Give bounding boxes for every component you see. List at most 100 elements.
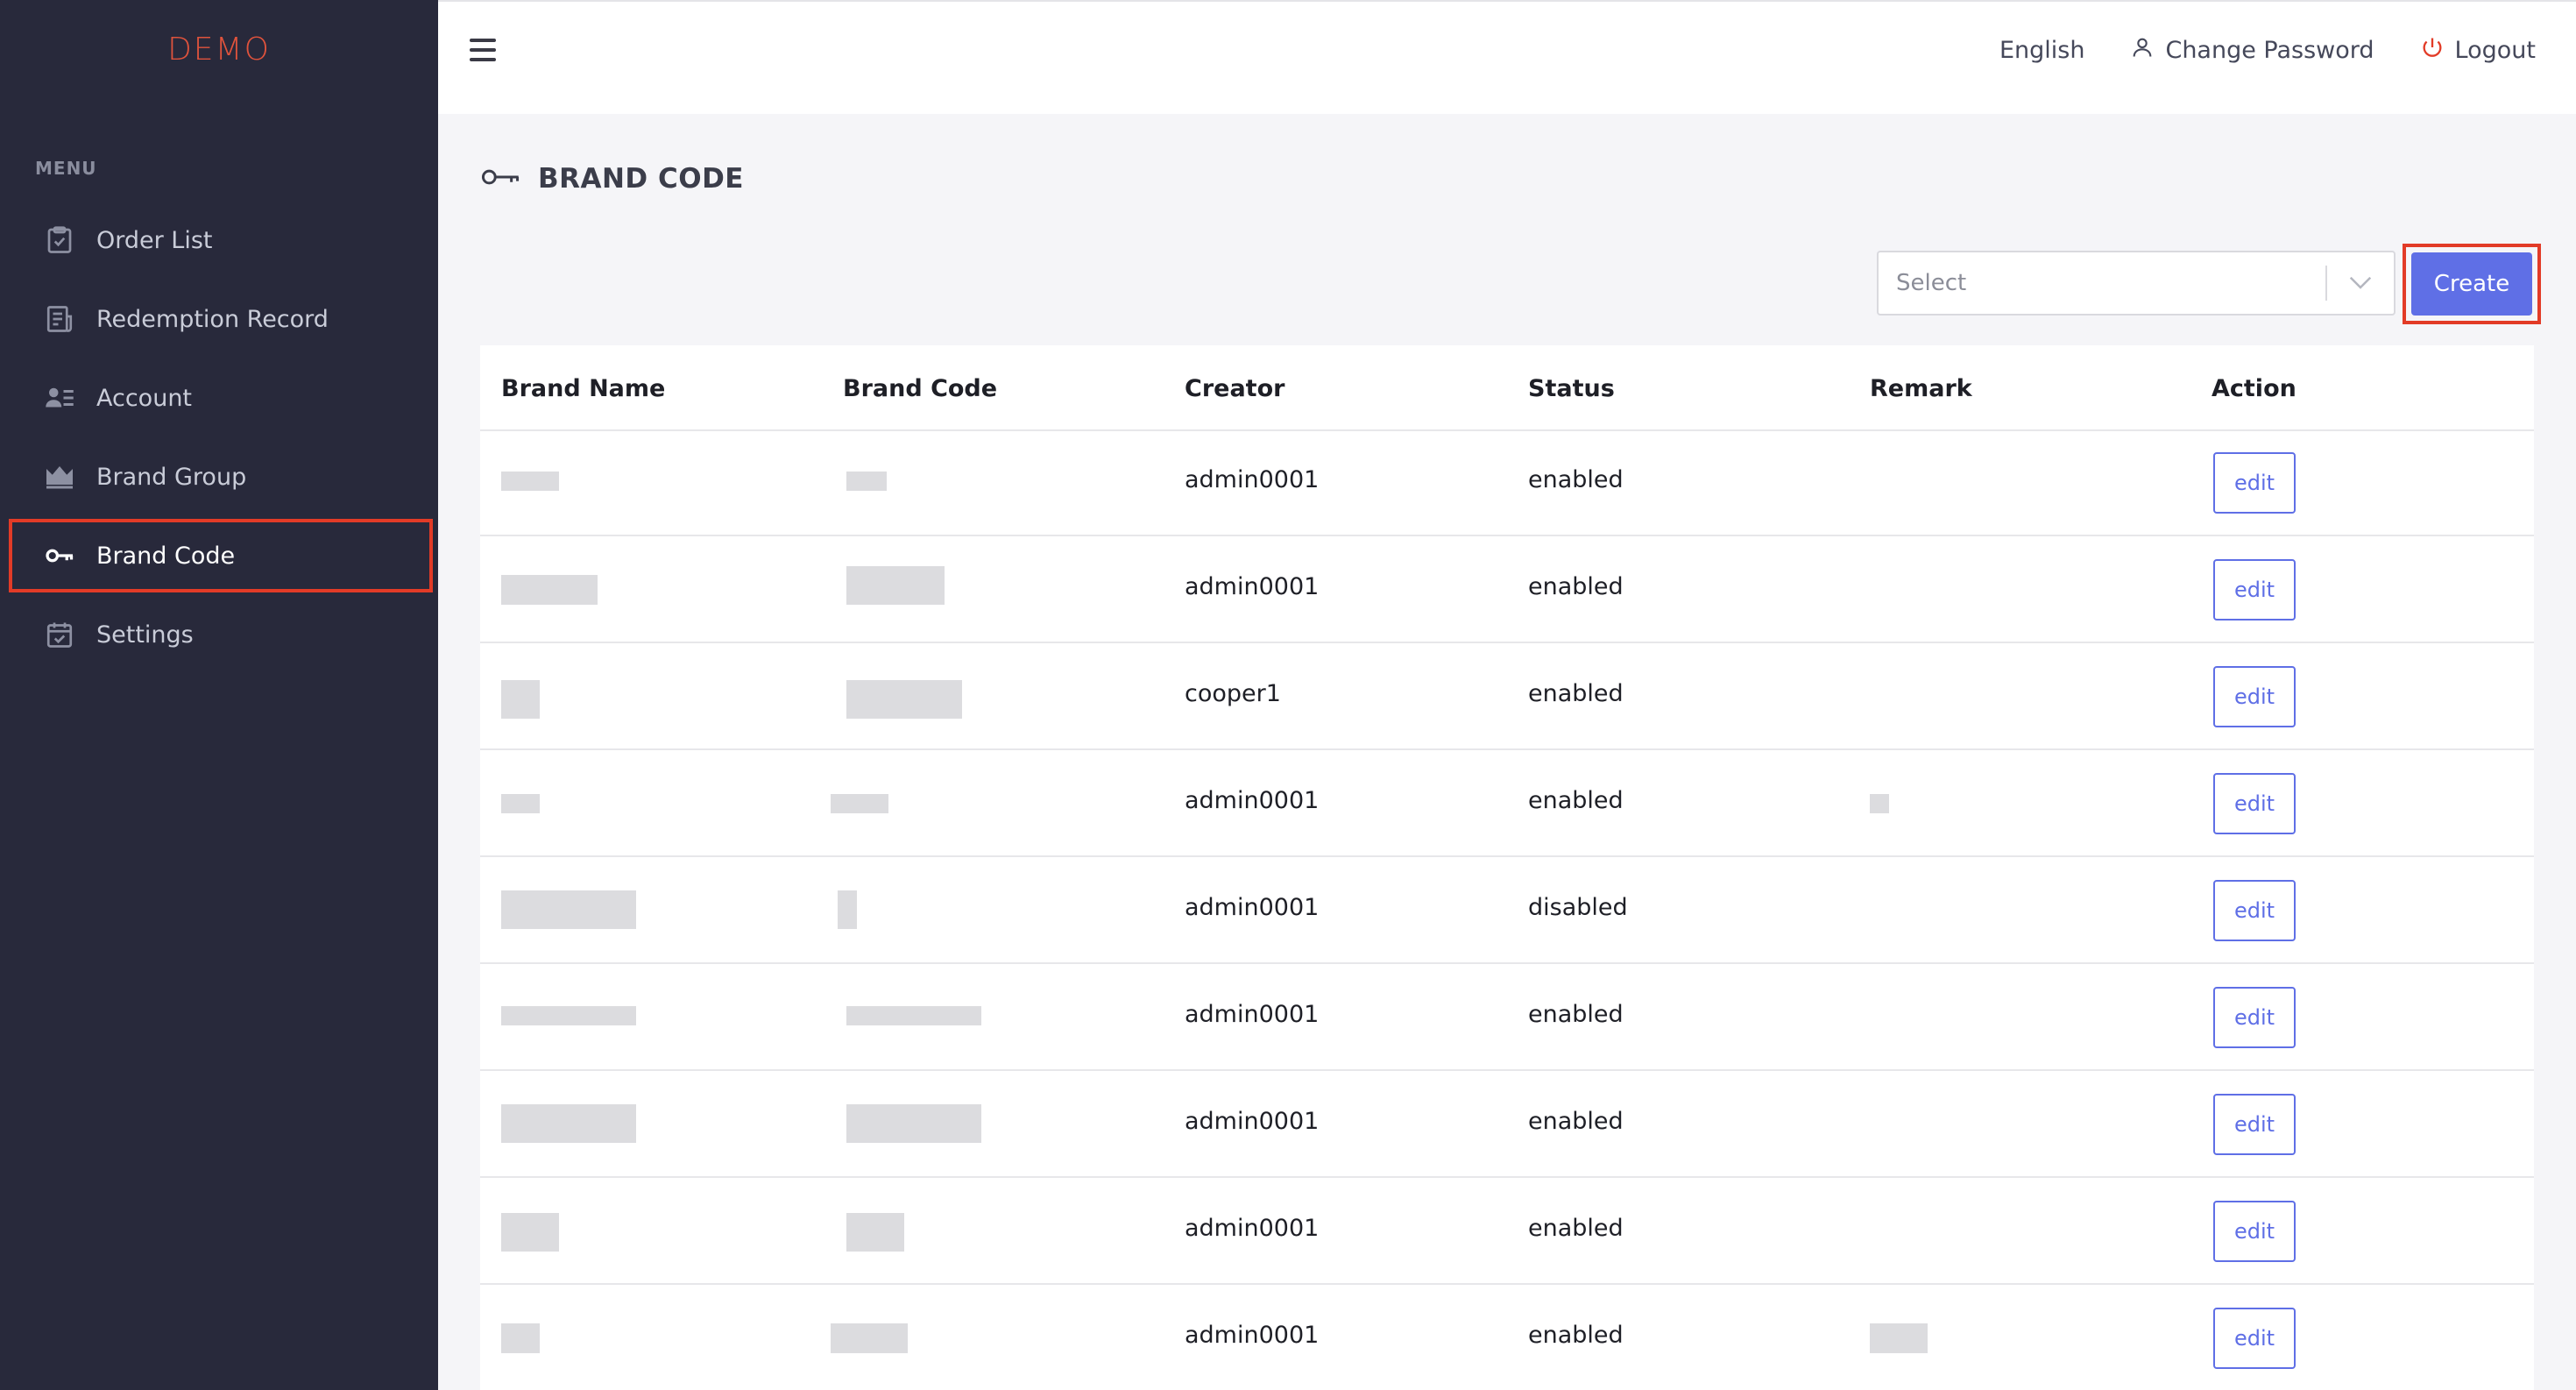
status-cell: enabled: [1528, 573, 1624, 600]
table-row: cooper1 enabled edit: [480, 643, 2534, 750]
redacted-remark: [1870, 794, 1889, 813]
creator-cell: cooper1: [1185, 680, 1281, 707]
sidebar-item-brand-group[interactable]: Brand Group: [9, 440, 433, 514]
table-row: admin0001 enabled edit: [480, 429, 2534, 536]
table-row: admin0001 enabled edit: [480, 750, 2534, 857]
crown-icon: [40, 457, 79, 496]
redacted-brand-name: [501, 575, 598, 605]
create-button-highlight: Create: [2403, 244, 2541, 324]
clipboard-check-icon: [40, 221, 79, 259]
column-header-brand-code: Brand Code: [843, 375, 998, 402]
brand-logo: DEMO: [167, 32, 271, 67]
column-header-action: Action: [2212, 375, 2296, 402]
column-header-brand-name: Brand Name: [501, 375, 666, 402]
redacted-brand-name: [501, 1213, 559, 1252]
key-icon: [40, 536, 79, 575]
creator-cell: admin0001: [1185, 1322, 1320, 1349]
status-cell: enabled: [1528, 1322, 1624, 1349]
column-header-remark: Remark: [1870, 375, 1972, 402]
redacted-remark: [1870, 1323, 1928, 1353]
redacted-brand-code: [846, 680, 962, 719]
user-list-icon: [40, 379, 79, 417]
redacted-brand-code: [846, 566, 945, 605]
status-cell: enabled: [1528, 680, 1624, 707]
brand-code-table: Brand Name Brand Code Creator Status Rem…: [480, 345, 2534, 1390]
sidebar-item-order-list[interactable]: Order List: [9, 203, 433, 277]
redacted-brand-name: [501, 472, 559, 491]
redacted-brand-code: [846, 1006, 981, 1025]
status-cell: enabled: [1528, 466, 1624, 493]
edit-button[interactable]: edit: [2213, 987, 2296, 1048]
language-label: English: [1999, 37, 2085, 64]
status-cell: enabled: [1528, 1215, 1624, 1242]
brand-filter-select[interactable]: Select: [1877, 251, 2396, 316]
table-row: admin0001 disabled edit: [480, 857, 2534, 964]
table-row: admin0001 enabled edit: [480, 1178, 2534, 1285]
logout-link[interactable]: Logout: [2420, 35, 2536, 66]
sidebar-item-label: Brand Group: [96, 463, 247, 491]
sidebar-item-account[interactable]: Account: [9, 361, 433, 435]
change-password-label: Change Password: [2165, 37, 2374, 64]
edit-button[interactable]: edit: [2213, 452, 2296, 514]
redacted-brand-code: [846, 1213, 904, 1252]
sidebar-item-label: Order List: [96, 226, 213, 254]
edit-button[interactable]: edit: [2213, 666, 2296, 727]
redacted-brand-code: [838, 890, 857, 929]
redacted-brand-name: [501, 1104, 636, 1143]
header-links: English Change Password Logout: [1999, 35, 2536, 66]
status-cell: disabled: [1528, 894, 1628, 921]
edit-button[interactable]: edit: [2213, 1094, 2296, 1155]
table-row: admin0001 enabled edit: [480, 1285, 2534, 1390]
logout-label: Logout: [2454, 37, 2536, 64]
status-cell: enabled: [1528, 787, 1624, 814]
create-button[interactable]: Create: [2411, 252, 2532, 316]
redacted-brand-name: [501, 1006, 636, 1025]
redacted-brand-code: [846, 472, 887, 491]
status-cell: enabled: [1528, 1001, 1624, 1028]
sidebar-item-settings[interactable]: Settings: [9, 598, 433, 671]
creator-cell: admin0001: [1185, 1108, 1320, 1135]
creator-cell: admin0001: [1185, 1215, 1320, 1242]
table-row: admin0001 enabled edit: [480, 1071, 2534, 1178]
column-header-status: Status: [1528, 375, 1615, 402]
sidebar-item-label: Brand Code: [96, 542, 236, 570]
table-row: admin0001 enabled edit: [480, 536, 2534, 643]
receipt-icon: [40, 300, 79, 338]
creator-cell: admin0001: [1185, 894, 1320, 921]
redacted-brand-name: [501, 1323, 540, 1353]
sidebar-item-label: Account: [96, 384, 193, 412]
edit-button[interactable]: edit: [2213, 1308, 2296, 1369]
redacted-brand-code: [831, 794, 888, 813]
creator-cell: admin0001: [1185, 1001, 1320, 1028]
status-cell: enabled: [1528, 1108, 1624, 1135]
chevron-down-icon[interactable]: [2327, 274, 2394, 292]
creator-cell: admin0001: [1185, 466, 1320, 493]
redacted-brand-code: [846, 1104, 981, 1143]
hamburger-menu-icon[interactable]: [470, 39, 496, 65]
page-title: BRAND CODE: [538, 163, 744, 195]
sidebar-item-label: Redemption Record: [96, 305, 329, 333]
redacted-brand-name: [501, 680, 540, 719]
user-icon: [2130, 35, 2155, 66]
edit-button[interactable]: edit: [2213, 773, 2296, 834]
sidebar-item-label: Settings: [96, 621, 194, 649]
creator-cell: admin0001: [1185, 573, 1320, 600]
redacted-brand-code: [831, 1323, 908, 1353]
select-placeholder: Select: [1896, 270, 1967, 296]
creator-cell: admin0001: [1185, 787, 1320, 814]
menu-section-label: MENU: [35, 158, 97, 179]
calendar-check-icon: [40, 615, 79, 654]
page-header: BRAND CODE: [480, 163, 744, 195]
key-icon: [480, 165, 520, 193]
sidebar-item-redemption-record[interactable]: Redemption Record: [9, 282, 433, 356]
power-icon: [2420, 35, 2445, 66]
language-switch[interactable]: English: [1999, 37, 2085, 64]
change-password-link[interactable]: Change Password: [2130, 35, 2374, 66]
redacted-brand-name: [501, 890, 636, 929]
edit-button[interactable]: edit: [2213, 1201, 2296, 1262]
edit-button[interactable]: edit: [2213, 559, 2296, 621]
table-row: admin0001 enabled edit: [480, 964, 2534, 1071]
sidebar-item-brand-code[interactable]: Brand Code: [9, 519, 433, 592]
edit-button[interactable]: edit: [2213, 880, 2296, 941]
table-header: Brand Name Brand Code Creator Status Rem…: [480, 345, 2534, 431]
